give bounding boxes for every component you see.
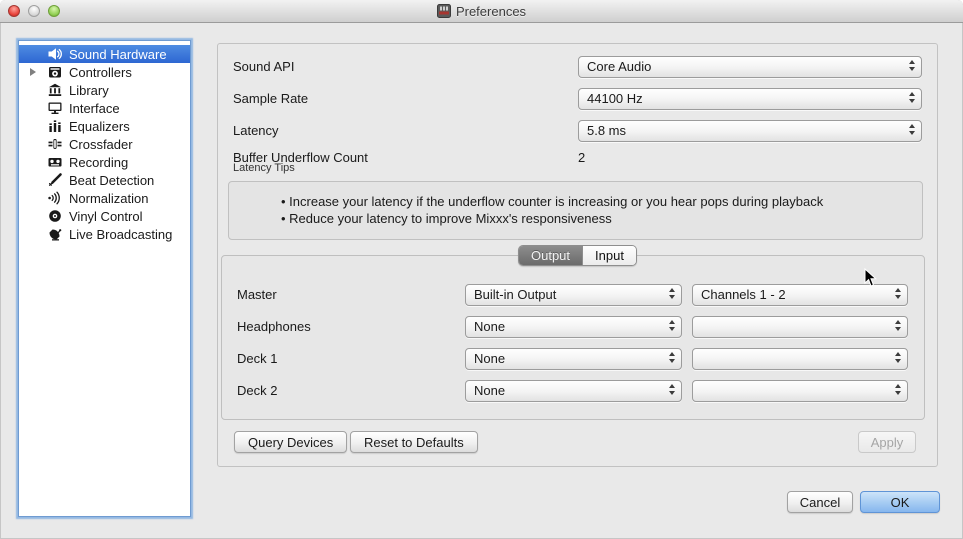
latency-label: Latency [233, 120, 279, 142]
preferences-category-list: Sound Hardware Controllers Library Inter… [18, 40, 191, 517]
headphones-device-dropdown[interactable]: None [465, 316, 682, 338]
latency-tips-box: Increase your latency if the underflow c… [228, 181, 923, 240]
deck1-device-value: None [474, 349, 505, 369]
headphones-channel-dropdown[interactable] [692, 316, 908, 338]
sidebar-item-label: Crossfader [69, 137, 133, 152]
latency-tip: Increase your latency if the underflow c… [281, 193, 912, 210]
sidebar-item-sound-hardware[interactable]: Sound Hardware [19, 45, 190, 63]
master-row-label: Master [237, 284, 277, 306]
disclosure-triangle-icon[interactable] [30, 68, 36, 76]
latency-value: 5.8 ms [587, 121, 626, 141]
satellite-dish-icon [46, 226, 63, 242]
master-device-value: Built-in Output [474, 285, 556, 305]
sidebar-item-vinyl-control[interactable]: Vinyl Control [19, 207, 190, 225]
sidebar-item-equalizers[interactable]: Equalizers [19, 117, 190, 135]
minimize-button[interactable] [28, 5, 40, 17]
deck2-row-label: Deck 2 [237, 380, 277, 402]
deck1-device-dropdown[interactable]: None [465, 348, 682, 370]
cancel-button[interactable]: Cancel [787, 491, 853, 513]
sound-api-dropdown[interactable]: Core Audio [578, 56, 922, 78]
sidebar-item-label: Live Broadcasting [69, 227, 172, 242]
sidebar-item-recording[interactable]: Recording [19, 153, 190, 171]
tab-output[interactable]: Output [519, 246, 582, 265]
vinyl-record-icon [46, 208, 63, 224]
headphones-row-label: Headphones [237, 316, 311, 338]
sidebar-item-interface[interactable]: Interface [19, 99, 190, 117]
sidebar-item-normalization[interactable]: Normalization [19, 189, 190, 207]
beat-wand-icon [46, 172, 63, 188]
sidebar-item-label: Library [69, 83, 109, 98]
window-title: Preferences [456, 4, 526, 19]
stepper-arrows-icon [909, 124, 915, 135]
sound-api-value: Core Audio [587, 57, 651, 77]
stepper-arrows-icon [669, 288, 675, 299]
deck2-device-value: None [474, 381, 505, 401]
master-device-dropdown[interactable]: Built-in Output [465, 284, 682, 306]
deck2-channel-dropdown[interactable] [692, 380, 908, 402]
query-devices-button[interactable]: Query Devices [234, 431, 347, 453]
io-tab-control: Output Input [518, 245, 637, 266]
sound-waves-icon [46, 190, 63, 206]
zoom-button[interactable] [48, 5, 60, 17]
stepper-arrows-icon [909, 60, 915, 71]
sidebar-item-live-broadcasting[interactable]: Live Broadcasting [19, 225, 190, 243]
sample-rate-value: 44100 Hz [587, 89, 643, 109]
cassette-icon [46, 154, 63, 170]
sample-rate-dropdown[interactable]: 44100 Hz [578, 88, 922, 110]
stepper-arrows-icon [895, 384, 901, 395]
mixxx-app-icon [437, 4, 451, 18]
stepper-arrows-icon [895, 352, 901, 363]
sidebar-item-label: Equalizers [69, 119, 130, 134]
reset-to-defaults-button[interactable]: Reset to Defaults [350, 431, 478, 453]
sidebar-item-label: Interface [69, 101, 120, 116]
equalizer-bars-icon [46, 118, 63, 134]
stepper-arrows-icon [669, 384, 675, 395]
sidebar-item-label: Sound Hardware [69, 47, 167, 62]
stepper-arrows-icon [669, 320, 675, 331]
ok-button[interactable]: OK [860, 491, 940, 513]
deck1-row-label: Deck 1 [237, 348, 277, 370]
library-bank-icon [46, 82, 63, 98]
sample-rate-label: Sample Rate [233, 88, 308, 110]
crossfader-slider-icon [46, 136, 63, 152]
sidebar-item-beat-detection[interactable]: Beat Detection [19, 171, 190, 189]
stepper-arrows-icon [669, 352, 675, 363]
speaker-icon [46, 46, 63, 62]
sidebar-item-label: Beat Detection [69, 173, 154, 188]
sidebar-item-label: Controllers [69, 65, 132, 80]
deck1-channel-dropdown[interactable] [692, 348, 908, 370]
sound-api-label: Sound API [233, 56, 294, 78]
monitor-icon [46, 100, 63, 116]
latency-tip: Reduce your latency to improve Mixxx's r… [281, 210, 912, 227]
master-channel-dropdown[interactable]: Channels 1 - 2 [692, 284, 908, 306]
latency-dropdown[interactable]: 5.8 ms [578, 120, 922, 142]
stepper-arrows-icon [895, 320, 901, 331]
sidebar-item-crossfader[interactable]: Crossfader [19, 135, 190, 153]
close-button[interactable] [8, 5, 20, 17]
sidebar-item-label: Recording [69, 155, 128, 170]
sidebar-item-library[interactable]: Library [19, 81, 190, 99]
headphones-device-value: None [474, 317, 505, 337]
deck2-device-dropdown[interactable]: None [465, 380, 682, 402]
stepper-arrows-icon [909, 92, 915, 103]
buffer-underflow-value: 2 [578, 149, 585, 167]
master-channel-value: Channels 1 - 2 [701, 285, 786, 305]
sidebar-item-controllers[interactable]: Controllers [19, 63, 190, 81]
sidebar-item-label: Normalization [69, 191, 148, 206]
sidebar-item-label: Vinyl Control [69, 209, 142, 224]
title-bar[interactable]: Preferences [0, 0, 963, 23]
stepper-arrows-icon [895, 288, 901, 299]
midi-controller-icon [46, 64, 63, 80]
preferences-window: Preferences Sound Hardware Controllers L… [0, 0, 963, 539]
traffic-lights [8, 5, 60, 17]
apply-button[interactable]: Apply [858, 431, 916, 453]
tab-input[interactable]: Input [582, 246, 636, 265]
latency-tips-title: Latency Tips [233, 162, 295, 174]
